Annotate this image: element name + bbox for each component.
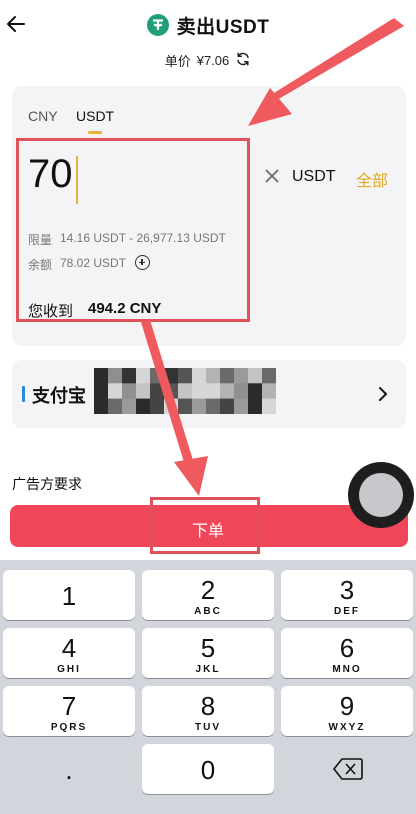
key-letters: GHI <box>57 664 81 675</box>
key-1[interactable]: 1 <box>3 570 135 620</box>
advertiser-requirements-label: 广告方要求 <box>12 476 82 492</box>
numeric-keypad: 1 2 ABC 3 DEF 4 GHI 5 JKL 6 MNO 7 PQRS 8… <box>0 560 416 814</box>
key-digit: 7 <box>61 691 77 721</box>
refresh-icon[interactable] <box>235 51 251 70</box>
key-digit: 0 <box>200 755 216 785</box>
key-digit: 2 <box>200 575 216 605</box>
tab-usdt[interactable]: USDT <box>76 108 114 124</box>
annotation-box-amount <box>16 138 250 322</box>
arrow-head-lower <box>174 456 208 496</box>
annotation-box-order <box>150 497 260 554</box>
unit-price: 单价 ¥7.06 <box>0 50 416 70</box>
page-title: 卖出USDT <box>176 16 270 38</box>
payment-method-name: 支付宝 <box>32 386 86 406</box>
key-digit: . <box>65 755 73 785</box>
key-digit: 4 <box>61 633 77 663</box>
key-letters: MNO <box>332 664 362 675</box>
key-0[interactable]: 0 <box>142 744 274 794</box>
key-5[interactable]: 5 JKL <box>142 628 274 678</box>
key-3[interactable]: 3 DEF <box>281 570 413 620</box>
key-digit: 3 <box>339 575 355 605</box>
key-digit: 1 <box>61 581 77 611</box>
price-value: ¥7.06 <box>196 52 230 68</box>
chevron-right-icon[interactable] <box>373 384 393 404</box>
key-delete[interactable] <box>281 744 413 794</box>
amount-unit: USDT <box>292 168 336 185</box>
key-9[interactable]: 9 WXYZ <box>281 686 413 736</box>
key-digit: 6 <box>339 633 355 663</box>
payment-indicator <box>22 386 25 402</box>
page-header: 卖出USDT <box>0 12 416 38</box>
all-button[interactable]: 全部 <box>356 167 388 191</box>
key-2[interactable]: 2 ABC <box>142 570 274 620</box>
tab-cny[interactable]: CNY <box>28 108 58 124</box>
key-letters: DEF <box>334 606 360 617</box>
key-letters: JKL <box>195 664 221 675</box>
key-6[interactable]: 6 MNO <box>281 628 413 678</box>
key-letters: TUV <box>195 722 221 733</box>
active-tab-indicator <box>88 131 102 134</box>
key-7[interactable]: 7 PQRS <box>3 686 135 736</box>
key-digit: 8 <box>200 691 216 721</box>
key-digit: 5 <box>200 633 216 663</box>
clear-icon[interactable] <box>262 166 282 186</box>
key-digit: 9 <box>339 691 355 721</box>
assistive-touch-inner <box>359 473 403 517</box>
backspace-icon <box>333 758 363 780</box>
price-label: 单价 <box>164 53 191 69</box>
account-pixelated-mask <box>94 368 277 415</box>
tether-logo-icon <box>146 14 169 36</box>
key-letters: ABC <box>194 606 222 617</box>
key-dot[interactable]: . <box>3 744 135 794</box>
key-letters: PQRS <box>50 722 88 733</box>
key-4[interactable]: 4 GHI <box>3 628 135 678</box>
key-8[interactable]: 8 TUV <box>142 686 274 736</box>
key-letters: WXYZ <box>328 722 366 733</box>
